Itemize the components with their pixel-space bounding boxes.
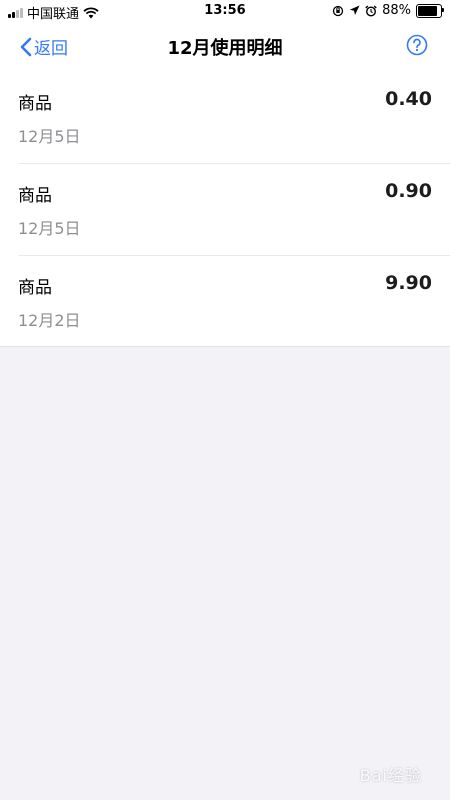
usage-list: 商品 12月5日 0.40 商品 12月5日 0.90 商品 12月2日 9.9… [0,72,450,347]
location-icon [349,5,360,15]
alarm-icon [365,5,377,17]
list-item[interactable]: 商品 12月5日 0.40 [18,72,450,164]
help-icon [406,34,428,56]
help-button[interactable] [406,34,428,56]
watermark: Bai经验 [359,766,422,785]
item-amount: 0.40 [385,88,432,110]
item-amount: 0.90 [385,180,432,202]
list-item[interactable]: 商品 12月2日 9.90 [18,256,450,347]
item-name: 商品 [18,94,52,114]
status-right: 88% [332,3,444,18]
item-date: 12月5日 [18,127,81,146]
item-date: 12月5日 [18,219,81,238]
status-bar: 中国联通 13:56 88% [0,0,450,22]
page-title: 12月使用明细 [167,38,283,59]
battery-fill [418,5,438,16]
item-amount: 9.90 [385,272,432,294]
item-name: 商品 [18,186,52,206]
list-item[interactable]: 商品 12月5日 0.90 [18,164,450,256]
item-name: 商品 [18,278,52,298]
battery-icon [416,3,444,18]
orientation-lock-icon [332,5,344,16]
navigation-bar: 返回 12月使用明细 [0,22,450,72]
battery-percent: 88% [382,3,411,18]
item-date: 12月2日 [18,311,81,330]
